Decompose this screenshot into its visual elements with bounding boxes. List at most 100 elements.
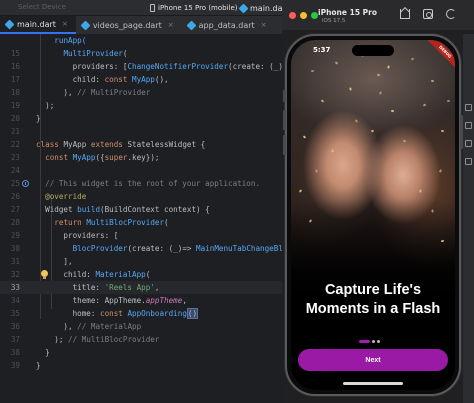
code-line[interactable]: 15 MultiProvider( bbox=[0, 47, 292, 60]
line-number: 20 bbox=[10, 114, 20, 123]
code-token: MaterialApp bbox=[95, 270, 146, 279]
database-icon[interactable] bbox=[465, 122, 472, 129]
code-line[interactable]: 25 // This widget is the root of your ap… bbox=[0, 177, 292, 190]
line-number: 17 bbox=[10, 75, 20, 84]
code-line[interactable]: 23 const MyApp({super.key}); bbox=[0, 151, 292, 164]
confetti-piece bbox=[349, 87, 352, 91]
device-selector-label: iPhone 15 Pro (mobile) bbox=[158, 4, 238, 12]
line-number: 34 bbox=[10, 296, 20, 305]
line-number: 28 bbox=[10, 218, 20, 227]
editor-tab-label: videos_page.dart bbox=[92, 20, 162, 30]
code-token: ChangeNotifierProvider bbox=[127, 62, 229, 71]
code-token: MyApp bbox=[63, 140, 91, 149]
code-line[interactable]: 34 theme: AppTheme.appTheme, bbox=[0, 294, 292, 307]
code-text: return MultiBlocProvider( bbox=[36, 216, 169, 229]
code-line[interactable]: 33 title: 'Reels App', bbox=[0, 281, 292, 294]
code-token: const bbox=[104, 75, 133, 84]
screenshot-icon[interactable] bbox=[423, 9, 433, 19]
code-token: class bbox=[36, 140, 64, 149]
code-text: ], bbox=[36, 255, 72, 268]
editor-tab[interactable]: videos_page.dart × bbox=[76, 16, 182, 34]
line-number: 22 bbox=[10, 140, 20, 149]
next-button[interactable]: Next bbox=[298, 349, 448, 371]
override-gutter-icon[interactable] bbox=[22, 180, 29, 187]
code-line[interactable]: 28 return MultiBlocProvider( bbox=[0, 216, 292, 229]
code-token: appTheme bbox=[145, 296, 183, 305]
code-line[interactable]: 37 ); // MultiBlocProvider bbox=[0, 333, 292, 346]
code-token: build bbox=[77, 205, 101, 214]
code-line[interactable]: 31 ], bbox=[0, 255, 292, 268]
code-text: theme: AppTheme.appTheme, bbox=[36, 294, 187, 307]
device-placeholder-label: Select Device bbox=[18, 3, 66, 11]
code-line[interactable]: 24 bbox=[0, 164, 292, 177]
line-number: 38 bbox=[10, 348, 20, 357]
close-window-icon[interactable] bbox=[289, 12, 296, 19]
line-number: 36 bbox=[10, 322, 20, 331]
code-text: Widget build(BuildContext context) { bbox=[36, 203, 210, 216]
dart-file-icon bbox=[186, 20, 197, 30]
line-number: 32 bbox=[10, 270, 20, 279]
code-text: } bbox=[36, 359, 41, 372]
code-line[interactable]: 18 ), // MultiProvider bbox=[0, 86, 292, 99]
flutter-inspector-icon[interactable] bbox=[465, 140, 472, 147]
code-token: MyApp bbox=[132, 75, 155, 84]
device-selector[interactable]: iPhone 15 Pro (mobile) bbox=[150, 2, 238, 14]
rotate-icon[interactable] bbox=[446, 9, 456, 19]
home-icon[interactable] bbox=[400, 9, 410, 19]
code-line[interactable]: 21 bbox=[0, 125, 292, 138]
code-text: } bbox=[36, 112, 41, 125]
code-line[interactable]: 17 child: const MyApp(), bbox=[0, 73, 292, 86]
notifications-icon[interactable] bbox=[465, 104, 472, 111]
code-token: ); bbox=[36, 335, 69, 344]
code-token: ( bbox=[164, 218, 169, 227]
line-number: 26 bbox=[10, 192, 20, 201]
line-number: 21 bbox=[10, 127, 20, 136]
code-line[interactable]: 29 providers: [ bbox=[0, 229, 292, 242]
code-line[interactable]: runApp( bbox=[0, 34, 292, 47]
code-token: ); bbox=[36, 101, 55, 110]
code-text: BlocProvider(create: (_)=> MainMenuTabCh… bbox=[36, 242, 292, 255]
code-token: () bbox=[186, 308, 199, 319]
page-dot bbox=[372, 340, 375, 343]
device-manager-icon[interactable] bbox=[465, 158, 472, 165]
editor-tab[interactable]: app_data.dart × bbox=[182, 16, 275, 34]
code-line[interactable]: 35 home: const AppOnboarding() bbox=[0, 307, 292, 320]
lightbulb-icon[interactable] bbox=[41, 270, 48, 279]
confetti-piece bbox=[440, 129, 445, 133]
line-number: 24 bbox=[10, 166, 20, 175]
code-line[interactable]: 20} bbox=[0, 112, 292, 125]
app-screen[interactable]: 5:37 DEBUG Capture Life's Moments in a F… bbox=[291, 40, 455, 390]
volume-down-button bbox=[283, 135, 286, 155]
code-token: ), bbox=[36, 322, 78, 331]
page-dot bbox=[377, 340, 380, 343]
code-editor[interactable]: runApp(15 MultiProvider(16 providers: [C… bbox=[0, 34, 292, 403]
editor-tab[interactable]: main.dart × bbox=[0, 16, 76, 34]
confetti-piece bbox=[311, 70, 314, 72]
code-token: AppOnboarding bbox=[127, 309, 187, 318]
minimize-window-icon[interactable] bbox=[300, 12, 307, 19]
code-text: } bbox=[36, 346, 50, 359]
code-text: child: const MyApp(), bbox=[36, 73, 169, 86]
code-token: (create: (_)=> bbox=[127, 244, 197, 253]
close-tab-icon[interactable]: × bbox=[261, 21, 267, 29]
code-line[interactable]: 30 BlocProvider(create: (_)=> MainMenuTa… bbox=[0, 242, 292, 255]
home-indicator bbox=[343, 382, 403, 385]
code-token: MultiBlocProvider bbox=[86, 218, 165, 227]
code-line[interactable]: 22 class MyApp extends StatelessWidget { bbox=[0, 138, 292, 151]
code-line[interactable]: 16 providers: [ChangeNotifierProvider(cr… bbox=[0, 60, 292, 73]
close-tab-icon[interactable]: × bbox=[62, 20, 68, 28]
code-line[interactable]: 38 } bbox=[0, 346, 292, 359]
code-token: , bbox=[182, 296, 187, 305]
code-line[interactable]: 36 ), // MaterialApp bbox=[0, 320, 292, 333]
code-token: MainMenuTabChangeBloc bbox=[196, 244, 292, 253]
line-number: 31 bbox=[10, 257, 20, 266]
code-line[interactable]: 26 @override bbox=[0, 190, 292, 203]
code-line[interactable]: 19 ); bbox=[0, 99, 292, 112]
phone-icon bbox=[150, 4, 155, 12]
dynamic-island bbox=[352, 45, 394, 56]
code-line[interactable]: 39} bbox=[0, 359, 292, 372]
close-tab-icon[interactable]: × bbox=[168, 21, 174, 29]
zoom-window-icon[interactable] bbox=[311, 12, 318, 19]
code-line[interactable]: 27 Widget build(BuildContext context) { bbox=[0, 203, 292, 216]
